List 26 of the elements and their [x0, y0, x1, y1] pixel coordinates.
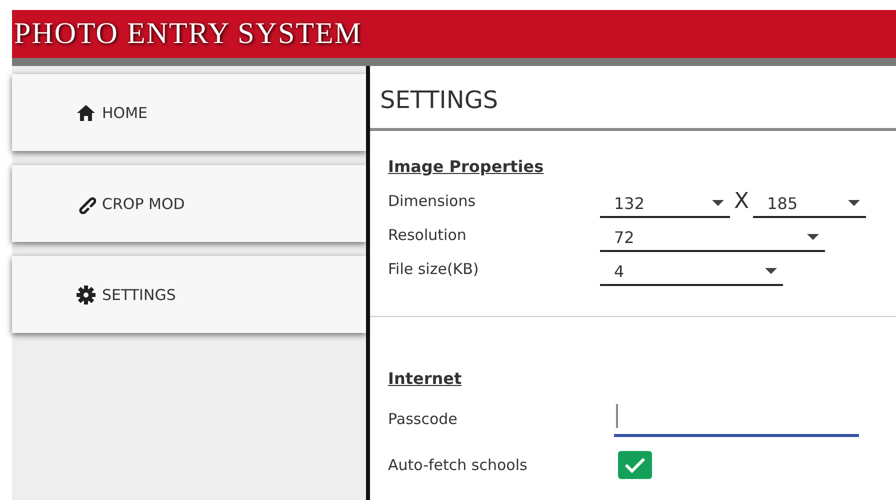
field-label: Auto-fetch schools	[388, 456, 528, 474]
checkbox[interactable]	[618, 451, 652, 479]
passcode-field[interactable]	[614, 402, 859, 436]
dropdown[interactable]: 4	[600, 258, 783, 286]
home-icon	[76, 102, 96, 122]
caret-icon	[712, 200, 724, 206]
check-icon	[623, 456, 647, 474]
dropdown[interactable]: 72	[600, 224, 825, 252]
app-title: PHOTO ENTRY SYSTEM	[13, 17, 362, 51]
caret-icon	[848, 200, 860, 206]
caret-icon	[807, 234, 819, 240]
nav-item[interactable]: SETTINGS	[12, 256, 366, 333]
section-heading: Image Properties	[388, 157, 545, 176]
field-label: Resolution	[388, 226, 468, 244]
caret-icon	[765, 268, 777, 274]
gear-icon	[76, 284, 96, 304]
nav-item[interactable]: CROP MOD	[12, 165, 366, 242]
dropdown[interactable]: 132	[600, 190, 730, 218]
dropdown[interactable]: 185	[753, 190, 866, 218]
field-label: Passcode	[388, 410, 458, 428]
times-sign: X	[734, 188, 750, 214]
field-label: Dimensions	[388, 192, 477, 210]
page-title: SETTINGS	[370, 66, 896, 131]
field-label: File size(KB)	[388, 260, 480, 278]
section-heading: Internet	[388, 369, 463, 388]
nav-item[interactable]: HOME	[12, 74, 366, 151]
